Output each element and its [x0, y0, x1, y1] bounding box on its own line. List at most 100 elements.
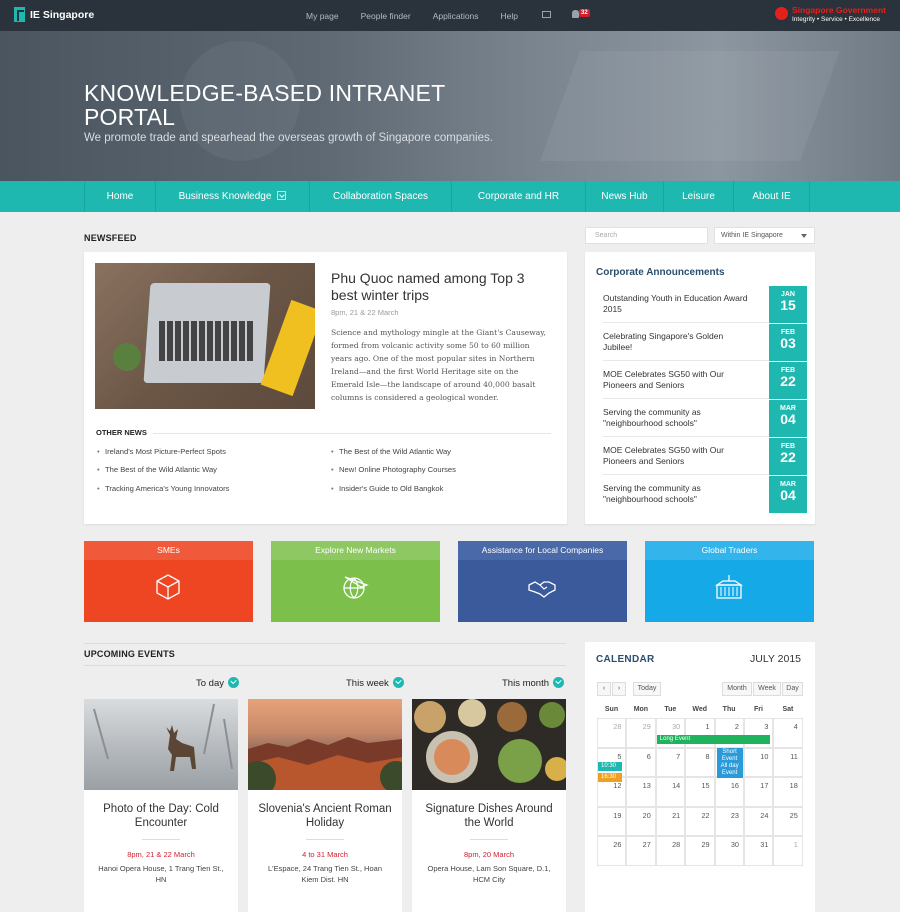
newsfeed-heading: NEWSFEED [84, 233, 137, 243]
calendar-day[interactable]: 21 [655, 806, 686, 836]
week-view-button[interactable]: Week [753, 682, 781, 696]
event-card[interactable]: Signature Dishes Around the World 8pm, 2… [412, 699, 569, 912]
announcements-card: Corporate Announcements Outstanding Yout… [585, 252, 815, 524]
month-view-button[interactable]: Month [722, 682, 752, 696]
long-event[interactable]: Long Event [656, 735, 770, 744]
event-image [412, 699, 569, 790]
announcement-text: MOE Celebrates SG50 with Our Pioneers an… [603, 369, 724, 390]
weekday-header: Fri [754, 706, 763, 713]
chevron-down-icon[interactable] [277, 190, 287, 200]
tile-explore-new-markets[interactable]: Explore New Markets [271, 541, 440, 622]
top-nav: My page People finder Applications Help [306, 11, 540, 21]
dishes-image [414, 699, 569, 783]
topnav-people-finder[interactable]: People finder [361, 11, 411, 21]
announcement-text: Serving the community as "neighbourhood … [603, 483, 701, 504]
calendar-day[interactable]: 20 [626, 806, 656, 836]
calendar-day[interactable]: 13 [626, 777, 656, 807]
other-news-link[interactable]: Ireland's Most Picture-Perfect Spots [97, 447, 226, 456]
calendar-day[interactable]: 26 [597, 836, 627, 866]
calendar-day[interactable]: 8 [685, 747, 715, 777]
calendar-day[interactable]: 7 [655, 747, 686, 777]
event-card[interactable]: Photo of the Day: Cold Encounter 8pm, 21… [84, 699, 238, 912]
tab-today[interactable]: To day [196, 677, 239, 689]
other-news-link[interactable]: The Best of the Wild Atlantic Way [331, 447, 451, 456]
date-day: 22 [780, 373, 796, 389]
divider [142, 839, 180, 840]
calendar-day[interactable]: 11 [773, 747, 803, 777]
all-day-event[interactable]: All day Event [716, 761, 743, 778]
calendar-day[interactable]: 15 [685, 777, 715, 807]
calendar-day[interactable]: 27 [626, 836, 656, 866]
tab-this-week[interactable]: This week [346, 677, 404, 690]
announcement-item[interactable]: Serving the community as "neighbourhood … [603, 475, 807, 513]
nav-leisure[interactable]: Leisure [663, 181, 733, 212]
brand-logo[interactable]: IE Singapore [14, 7, 94, 22]
calendar-day[interactable]: 16 [714, 777, 744, 807]
topnav-applications[interactable]: Applications [433, 11, 479, 21]
other-news-link[interactable]: New! Online Photography Courses [331, 465, 456, 474]
other-news-link[interactable]: The Best of the Wild Atlantic Way [97, 465, 217, 474]
announcement-item[interactable]: MOE Celebrates SG50 with Our Pioneers an… [603, 437, 807, 475]
topnav-help[interactable]: Help [501, 11, 518, 21]
nav-news-hub[interactable]: News Hub [585, 181, 663, 212]
nav-about-ie[interactable]: About IE [733, 181, 810, 212]
tab-this-month[interactable]: This month [502, 677, 564, 689]
mail-icon[interactable] [542, 11, 551, 18]
calendar-day[interactable]: 4 [773, 718, 803, 748]
calendar-day[interactable]: 10 [744, 747, 774, 777]
calendar-day[interactable]: 18 [773, 777, 803, 807]
calendar-day[interactable]: 25 [773, 806, 803, 836]
next-month-button[interactable]: › [612, 682, 626, 696]
tile-global-traders[interactable]: Global Traders [645, 541, 814, 622]
check-circle-icon [228, 677, 239, 688]
calendar-day[interactable]: 22 [685, 806, 715, 836]
other-news-link[interactable]: Insider's Guide to Old Bangkok [331, 484, 443, 493]
calendar-card: CALENDAR JULY 2015 ‹ › Today Month Week … [585, 642, 815, 912]
calendar-day[interactable]: 29 [626, 718, 656, 748]
calendar-heading: CALENDAR [596, 654, 655, 665]
calendar-day[interactable]: 19 [597, 806, 627, 836]
calendar-day[interactable]: 29 [685, 836, 715, 866]
other-news-link[interactable]: Tracking America's Young Innovators [97, 484, 229, 493]
calendar-day[interactable]: 6 [626, 747, 656, 777]
event-card[interactable]: Slovenia's Ancient Roman Holiday 4 to 31… [240, 699, 412, 912]
news-image[interactable] [95, 263, 315, 409]
tab-this-week-label: This week [346, 678, 389, 690]
event-title: Signature Dishes Around the World [425, 803, 553, 829]
announcement-item[interactable]: Serving the community as "neighbourhood … [603, 399, 807, 437]
topnav-my-page[interactable]: My page [306, 11, 339, 21]
calendar-day[interactable]: 28 [597, 718, 627, 748]
calendar-day[interactable]: 31 [744, 836, 774, 866]
news-title[interactable]: Phu Quoc named among Top 3 best winter t… [331, 270, 531, 304]
bell-icon[interactable] [572, 10, 579, 18]
deer-image [93, 703, 233, 771]
calendar-day[interactable]: 28 [655, 836, 686, 866]
today-button[interactable]: Today [633, 682, 661, 696]
announcement-item[interactable]: MOE Celebrates SG50 with Our Pioneers an… [603, 361, 807, 399]
tile-assistance-local[interactable]: Assistance for Local Companies [458, 541, 627, 622]
calendar-month: JULY 2015 [750, 653, 801, 665]
nav-business-knowledge[interactable]: Business Knowledge [155, 181, 309, 212]
calendar-day[interactable]: 30 [714, 836, 744, 866]
nav-collaboration-spaces[interactable]: Collaboration Spaces [309, 181, 451, 212]
timed-event[interactable]: 16:30 [598, 772, 622, 782]
search-scope-select[interactable]: Within IE Singapore [714, 227, 815, 244]
weekday-header: Mon [633, 706, 649, 713]
prev-month-button[interactable]: ‹ [597, 682, 611, 696]
nav-home[interactable]: Home [84, 181, 155, 212]
other-news-heading: OTHER NEWS [96, 428, 147, 437]
search-input[interactable]: Search [585, 227, 708, 244]
announcement-item[interactable]: Celebrating Singapore's Golden Jubilee! … [603, 323, 807, 361]
calendar-day[interactable]: 14 [655, 777, 686, 807]
timed-event[interactable]: 10:30 [598, 761, 622, 771]
nav-corporate-hr[interactable]: Corporate and HR [451, 181, 585, 212]
calendar-day[interactable]: 23 [714, 806, 744, 836]
calendar-day[interactable]: 17 [744, 777, 774, 807]
tile-smes[interactable]: SMEs [84, 541, 253, 622]
day-view-button[interactable]: Day [782, 682, 803, 696]
calendar-day[interactable]: 1 [773, 836, 803, 866]
announcement-item[interactable]: Outstanding Youth in Education Award 201… [603, 285, 807, 323]
date-badge: FEB 03 [769, 324, 807, 361]
calendar-day[interactable]: 24 [744, 806, 774, 836]
date-day: 22 [780, 449, 796, 465]
